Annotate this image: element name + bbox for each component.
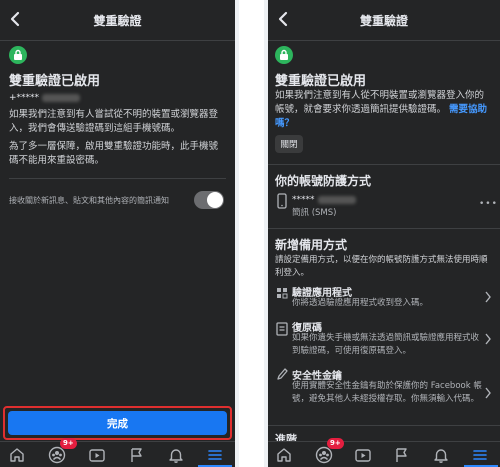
more-icon[interactable]: •••	[479, 199, 498, 209]
chevron-right-icon	[485, 387, 491, 399]
method-description: 如果你遺失手機或無法透過簡訊或驗證應用程式收到驗證碼，可使用復原碼登入。	[292, 333, 480, 356]
toggle-knob	[207, 192, 223, 208]
video-icon[interactable]	[354, 446, 372, 464]
lock-icon	[9, 46, 27, 64]
groups-badge: 9+	[60, 438, 77, 449]
home-icon[interactable]	[8, 446, 26, 464]
bottom-tab-bar: 9+	[0, 438, 235, 467]
page-title: 雙重驗證	[359, 14, 408, 28]
close-button[interactable]: 關閉	[275, 135, 303, 153]
bell-icon[interactable]	[167, 446, 185, 464]
header-divider	[0, 40, 235, 41]
chevron-right-icon	[485, 333, 491, 345]
backup-heading: 新增備用方式	[275, 238, 348, 252]
frame-edge	[235, 0, 239, 467]
phone-number: +*****	[9, 93, 81, 103]
sms-notify-label: 接收關於新訊息、貼文和其他內容的簡訊通知	[9, 196, 169, 205]
method-description: 你將透過驗證應用程式收到登入碼。	[292, 298, 429, 308]
sms-label: 簡訊 (SMS)	[292, 208, 337, 218]
key-list-icon	[276, 322, 288, 336]
left-screen: 雙重驗證 雙重驗證已啟用 +***** 如果我們注意到有人嘗試從不明的裝置或瀏覽…	[0, 0, 235, 467]
page-title: 雙重驗證	[93, 14, 142, 28]
sms-notify-toggle[interactable]	[194, 191, 224, 209]
frame-gap	[235, 0, 268, 467]
pencil-key-icon	[277, 368, 288, 380]
warning-text: 為了多一層保障，啟用雙重驗證功能時，此手機號碼不能用來重設密碼。	[9, 141, 219, 166]
video-icon[interactable]	[88, 446, 106, 464]
done-button-highlight: 完成	[3, 406, 232, 440]
description-text: 如果我們注意到有人嘗試從不明的裝置或瀏覽器登入，我們會傳送驗證碼到這組手機號碼。	[9, 109, 219, 134]
home-icon[interactable]	[275, 446, 293, 464]
backup-description: 請設定備用方式，以便在你的帳號防護方式無法使用時順利登入。	[275, 255, 488, 278]
chevron-right-icon	[485, 291, 491, 303]
method-description: 使用實體安全性金鑰有助於保護你的 Facebook 帳號，避免其他人未經授權存取…	[292, 381, 482, 404]
flag-icon[interactable]	[128, 446, 146, 464]
phone-icon	[277, 193, 287, 209]
protection-phone: *****	[292, 195, 356, 205]
description-text: 如果我們注意到有人從不明裝置或瀏覽器登入你的帳號，就會要求你透過簡訊提供驗證碼。…	[275, 90, 488, 129]
section-divider	[268, 425, 500, 426]
bell-icon[interactable]	[432, 446, 450, 464]
section-divider	[268, 164, 500, 165]
flag-icon[interactable]	[393, 446, 411, 464]
menu-icon[interactable]	[471, 446, 489, 464]
header-divider	[268, 40, 500, 41]
header: 雙重驗證	[0, 0, 235, 40]
section-divider	[268, 228, 500, 229]
lock-icon	[275, 46, 293, 64]
status-heading: 雙重驗證已啟用	[275, 74, 367, 89]
section-divider	[9, 178, 226, 179]
header: 雙重驗證	[268, 0, 500, 40]
protection-heading: 你的帳號防護方式	[275, 174, 372, 188]
bottom-tab-bar: 9+	[268, 438, 500, 467]
menu-icon[interactable]	[206, 446, 224, 464]
done-button[interactable]: 完成	[8, 411, 227, 435]
app-icon	[277, 288, 288, 299]
status-heading: 雙重驗證已啟用	[9, 74, 101, 89]
groups-badge: 9+	[327, 438, 344, 449]
right-screen: 雙重驗證 雙重驗證已啟用 如果我們注意到有人從不明裝置或瀏覽器登入你的帳號，就會…	[268, 0, 500, 467]
